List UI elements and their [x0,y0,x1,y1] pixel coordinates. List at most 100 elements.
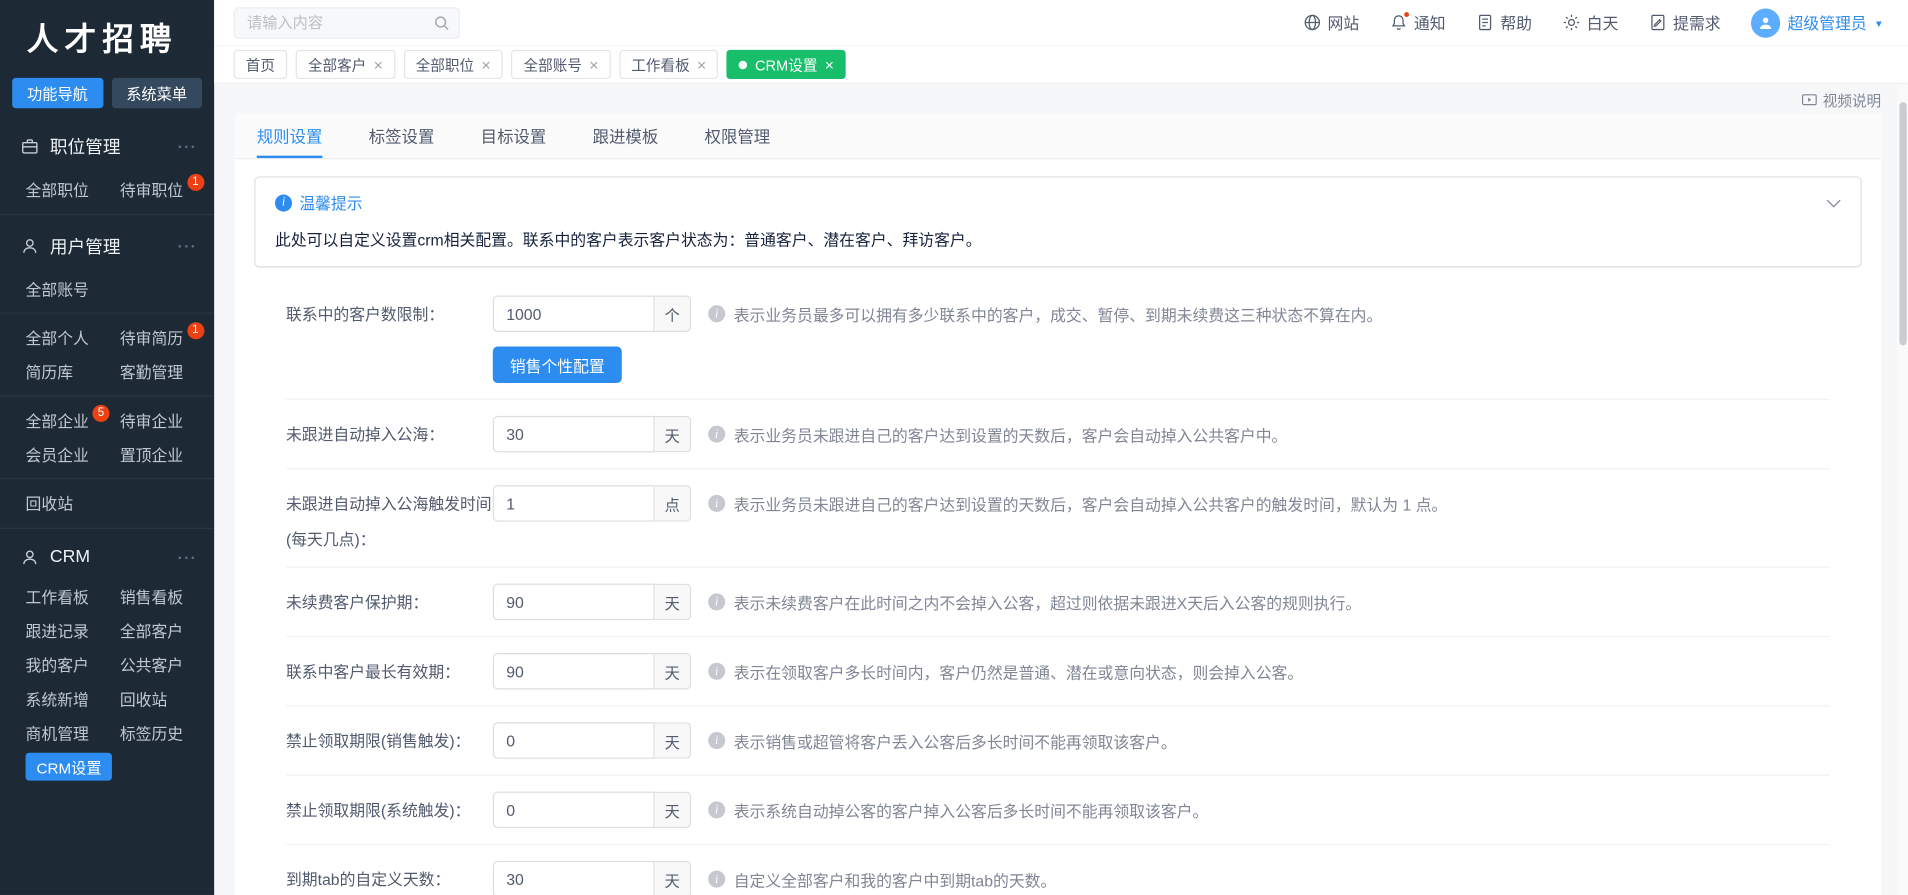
global-search [233,6,460,39]
more-icon[interactable]: ··· [178,237,197,255]
sidebar-item-my-customers[interactable]: 我的客户 [26,647,120,681]
app-window: 人才招聘 功能导航 系统菜单 职位管理 ··· 全部职位 待审职位 1 用户管理… [0,0,1908,895]
app-logo: 人才招聘 [26,20,178,58]
form-row-claim-ban-sales: 禁止领取期限(销售触发)： 天 i 表示销售或超管将客户丢入公客后多长时间不能再… [285,706,1831,776]
settings-tabs: 规则设置 标签设置 目标设置 跟进模板 权限管理 [234,113,1882,160]
field-label: 禁止领取期限(销售触发)： [285,732,471,751]
sidebar-item-all-customers[interactable]: 全部客户 [120,613,214,647]
claim-ban-system-input[interactable] [492,791,655,829]
tab-crm-settings[interactable]: CRM设置 × [726,49,847,80]
sidebar-section-crm: CRM ··· 工作看板 销售看板 跟进记录 全部客户 我的客户 公共客户 系统… [0,527,215,788]
unit-suffix: 点 [654,485,692,522]
form-row-unrenewed-protection: 未续费客户保护期： 天 i 表示未续费客户在此时间之内不会掉入公客，超过则依据未… [285,568,1831,638]
tab-target-settings[interactable]: 目标设置 [481,113,547,158]
search-icon[interactable] [433,14,450,31]
feedback-link[interactable]: 提需求 [1649,11,1721,34]
form-row-contact-max-validity: 联系中客户最长有效期： 天 i 表示在领取客户多长时间内，客户仍然是普通、潜在或… [285,637,1831,707]
sidebar-item-recycle-bin-users[interactable]: 回收站 [26,485,120,519]
website-link[interactable]: 网站 [1303,11,1359,34]
sidebar-item-all-jobs[interactable]: 全部职位 [26,171,120,205]
field-label: 未续费客户保护期： [285,593,429,612]
notice-title-row: i 温馨提示 [274,191,1812,214]
tab-permission-management[interactable]: 权限管理 [705,113,771,158]
search-input[interactable] [233,6,460,39]
sidebar-item-follow-records[interactable]: 跟进记录 [26,613,120,647]
contact-max-validity-input[interactable] [492,652,655,690]
theme-toggle[interactable]: 白天 [1562,11,1618,34]
globe-icon [1303,13,1321,31]
sidebar-item-sales-board[interactable]: 销售看板 [120,579,214,613]
notice-title: 温馨提示 [299,194,363,213]
tab-all-jobs[interactable]: 全部职位 × [403,49,503,80]
sidebar-tab-function-nav[interactable]: 功能导航 [12,77,103,109]
close-icon[interactable]: × [374,57,383,73]
sidebar-item-opportunity-management[interactable]: 商机管理 [26,715,120,749]
sidebar-item-member-companies[interactable]: 会员企业 [26,437,120,471]
tab-all-accounts[interactable]: 全部账号 × [511,49,611,80]
claim-ban-sales-input[interactable] [492,722,655,759]
sidebar-item-pending-resumes[interactable]: 待审简历 1 [120,320,214,354]
page-scrollbar-thumb[interactable] [1899,102,1907,346]
tab-tag-settings[interactable]: 标签设置 [369,113,435,158]
contact-customer-limit-input[interactable] [492,295,655,332]
video-icon [1801,91,1818,108]
sidebar-item-tag-history[interactable]: 标签历史 [120,715,214,749]
close-icon[interactable]: × [481,57,490,73]
sidebar-item-resume-library[interactable]: 简历库 [26,354,120,388]
close-icon[interactable]: × [697,57,706,73]
sidebar-item-crm-settings[interactable]: CRM设置 [25,749,120,783]
sidebar-item-system-new[interactable]: 系统新增 [26,681,120,715]
tab-all-customers[interactable]: 全部客户 × [295,49,396,80]
trigger-hour-input[interactable] [492,485,655,522]
topbar-actions: 网站 通知 帮助 白天 提需求 超级管理员 ▼ [1303,7,1884,38]
sidebar-section-jobs-header[interactable]: 职位管理 ··· [0,116,214,171]
tab-follow-template[interactable]: 跟进模板 [593,113,659,158]
more-icon[interactable]: ··· [178,137,197,155]
info-icon: i [708,593,726,611]
sidebar-item-all-individuals[interactable]: 全部个人 [26,320,120,354]
help-link[interactable]: 帮助 [1476,11,1532,34]
collapse-chevron-icon[interactable] [1826,193,1841,208]
notification-dot [1402,10,1411,19]
more-icon[interactable]: ··· [178,548,197,566]
rule-settings-form: 联系中的客户数限制： 个 i 表示业务员最多可以拥有多少联系中的客户，成交、暂停… [235,270,1881,895]
sidebar-item-work-board[interactable]: 工作看板 [26,579,120,613]
unit-suffix: 个 [654,295,692,332]
sidebar-item-customer-service[interactable]: 客勤管理 [120,354,214,388]
no-follow-days-input[interactable] [492,415,655,453]
user-menu[interactable]: 超级管理员 ▼ [1751,7,1884,38]
form-row-contact-customer-limit: 联系中的客户数限制： 个 i 表示业务员最多可以拥有多少联系中的客户，成交、暂停… [285,280,1831,401]
sidebar-item-all-accounts[interactable]: 全部账号 [26,271,120,305]
menu-group: 全部职位 待审职位 1 [0,170,214,210]
sidebar-item-all-companies[interactable]: 全部企业 5 [26,402,120,436]
user-icon [21,237,39,255]
count-badge: 1 [186,322,204,340]
field-help: i 表示销售或超管将客户丢入公客后多长时间不能再领取该客户。 [708,729,1177,752]
sidebar-section-crm-header[interactable]: CRM ··· [0,529,214,578]
expire-tab-days-input[interactable] [492,860,655,895]
menu-group: 回收站 [0,477,215,524]
unrenewed-protection-input[interactable] [492,583,655,621]
tab-work-board[interactable]: 工作看板 × [619,49,719,80]
video-help-link[interactable]: 视频说明 [235,89,1881,111]
chevron-down-icon: ▼ [1873,18,1884,30]
info-icon: i [708,305,726,323]
page-scrollbar-track[interactable] [1896,85,1908,895]
active-dot [739,60,748,69]
sidebar-item-public-customers[interactable]: 公共客户 [120,647,214,681]
tab-rule-settings[interactable]: 规则设置 [256,113,323,159]
sidebar-section-users-header[interactable]: 用户管理 ··· [0,215,214,270]
sidebar-tab-system-menu[interactable]: 系统菜单 [111,77,202,109]
close-icon[interactable]: × [825,57,834,73]
form-row-claim-ban-system: 禁止领取期限(系统触发)： 天 i 表示系统自动掉公客的客户掉入公客后多长时间不… [285,776,1831,846]
notifications-link[interactable]: 通知 [1390,10,1446,34]
sidebar-item-recycle-bin-crm[interactable]: 回收站 [120,681,214,715]
tab-home[interactable]: 首页 [233,49,288,80]
field-label: 联系中客户最长有效期： [285,662,460,681]
sidebar-item-top-companies[interactable]: 置顶企业 [120,437,214,471]
field-help: i 表示未续费客户在此时间之内不会掉入公客，超过则依据未跟进X天后入公客的规则执… [708,590,1361,613]
sidebar-item-pending-companies[interactable]: 待审企业 [120,402,214,436]
close-icon[interactable]: × [589,57,598,73]
sidebar-item-pending-jobs[interactable]: 待审职位 1 [120,171,214,205]
sales-custom-config-button[interactable]: 销售个性配置 [492,346,622,384]
